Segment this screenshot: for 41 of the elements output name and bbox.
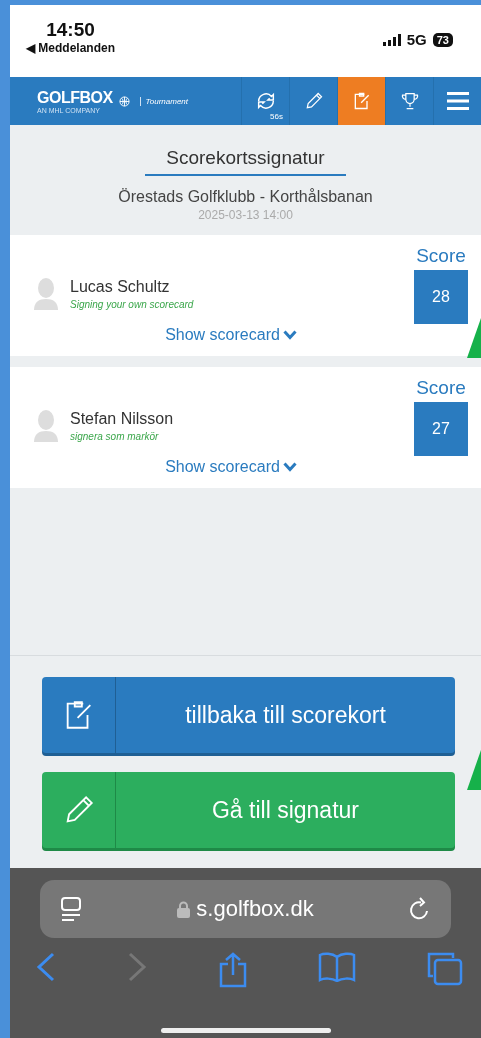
- reload-icon: [409, 897, 431, 921]
- nav-tab[interactable]: [337, 77, 385, 125]
- round-date: 2025-03-13 14:00: [198, 208, 293, 222]
- chevron-down-icon: [282, 462, 297, 472]
- avatar-silhouette-icon: [34, 277, 58, 310]
- chevron-down-icon: [282, 330, 297, 340]
- network-label: 5G: [406, 31, 427, 48]
- menu-icon: [446, 91, 469, 111]
- signal-icon: [382, 33, 401, 46]
- score-value: 28: [414, 270, 468, 324]
- refresh-timer: 56s: [270, 112, 283, 121]
- signing-role: signera som markör: [70, 430, 160, 442]
- arrow-drawing: [467, 750, 481, 790]
- signing-role: Signing your own scorecard: [70, 298, 194, 310]
- club-name: Örestads Golfklubb - Korthålsbanan: [118, 188, 373, 206]
- back-to-app-link[interactable]: ◀ Meddelanden: [26, 41, 115, 55]
- lock-icon: [177, 900, 191, 918]
- score-value: 27: [414, 402, 468, 456]
- arrow-drawing: [467, 318, 481, 358]
- status-time: 14:50: [46, 19, 95, 41]
- player-name: Stefan Nilsson: [70, 409, 174, 428]
- show-scorecard-link[interactable]: Show scorecard: [165, 458, 297, 476]
- address-bar[interactable]: s.golfbox.dk: [40, 880, 451, 938]
- trophy-icon: [399, 91, 420, 111]
- show-scorecard-link[interactable]: Show scorecard: [165, 326, 297, 344]
- book-icon[interactable]: [318, 952, 357, 982]
- score-label: Score: [416, 245, 466, 267]
- score-label: Score: [416, 377, 466, 399]
- reader-icon: [60, 896, 82, 922]
- action-button[interactable]: tillbaka till scorekort: [42, 677, 455, 753]
- url-text: s.golfbox.dk: [196, 896, 314, 922]
- product-name: Tournament: [139, 96, 188, 106]
- action-button[interactable]: Gå till signatur: [42, 772, 455, 848]
- globe-icon: [118, 95, 130, 107]
- battery-level: 73: [432, 32, 453, 47]
- page-title: Scorekortssignatur: [145, 147, 346, 176]
- logo-text: GOLFBOX: [37, 88, 113, 107]
- avatar-silhouette-icon: [34, 409, 58, 442]
- player-name: Lucas Schultz: [70, 277, 171, 296]
- share-icon[interactable]: [217, 952, 248, 988]
- tabs-icon[interactable]: [427, 952, 463, 986]
